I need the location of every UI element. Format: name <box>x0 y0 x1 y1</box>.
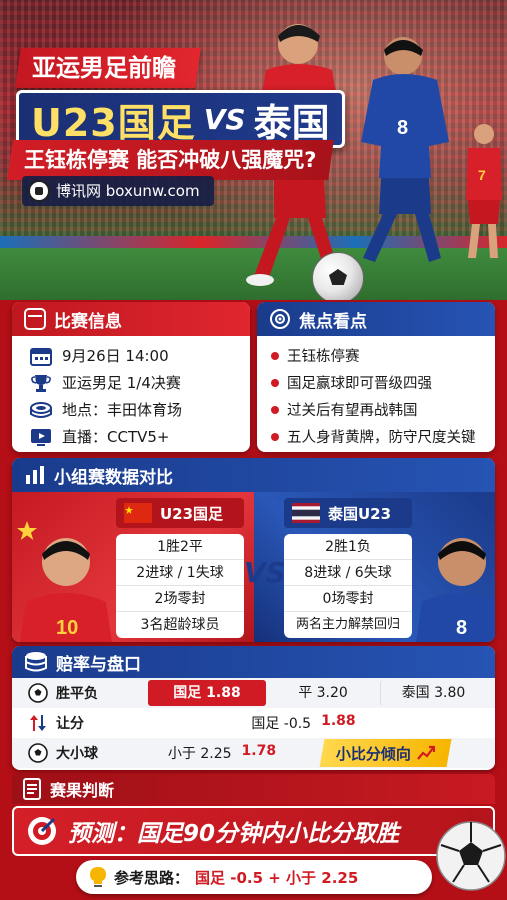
low-score-trend-badge: 小比分倾向 <box>319 739 452 767</box>
china-flag-icon <box>124 503 152 523</box>
bullet-icon <box>271 432 279 441</box>
focus-item: 国足赢球即可晋级四强 <box>257 369 495 396</box>
site-tag: 博讯网 boxunw.com <box>22 176 214 206</box>
verdict-header: 赛果判断 <box>12 774 495 804</box>
bullet-icon <box>271 351 279 360</box>
moneyline-away-odds[interactable]: 泰国 3.80 <box>380 680 486 706</box>
focus-header: 焦点看点 <box>257 302 495 336</box>
football-icon <box>28 683 48 703</box>
focus-item: 王钰栋停赛 <box>257 342 495 369</box>
coins-icon <box>25 652 47 672</box>
football-icon <box>312 252 364 300</box>
thailand-stat-record: 2胜1负 <box>284 534 412 560</box>
preview-tag: 亚运男足前瞻 <box>15 48 201 88</box>
handicap-label: 让分 <box>12 713 112 733</box>
lightbulb-icon <box>90 867 106 887</box>
thailand-stat-return: 两名主力解禁回归 <box>295 617 400 632</box>
total-row: 大小球 小于 2.25 1.78 小比分倾向 <box>12 738 495 768</box>
blue-player-image: 8 <box>361 37 449 262</box>
focus-item: 过关后有望再战韩国 <box>257 396 495 423</box>
handicap-line[interactable]: 国足 -0.5 <box>251 713 311 733</box>
match-broadcast-row: 直播：CCTV5+ <box>12 423 250 450</box>
corner-football-icon <box>436 821 506 891</box>
thailand-flag-icon <box>292 503 320 523</box>
target-icon <box>28 817 56 845</box>
thailand-portrait-number: 8 <box>456 617 467 639</box>
tip-pill: 参考思路： 国足 -0.5 + 小于 2.25 <box>76 860 432 894</box>
china-portrait-number: 10 <box>56 617 78 639</box>
china-player-portrait: 10 <box>20 538 112 642</box>
odds-header: 赔率与盘口 <box>12 646 495 678</box>
calendar-icon <box>24 308 46 330</box>
hero-banner: 10 8 7 亚运男足前瞻 U23国足 VS 泰国 王钰栋停赛 能否冲破八强魔咒… <box>0 0 507 300</box>
china-stats: 1胜2平 2进球 / 1失球 2场零封 3名超龄球员 <box>116 534 244 638</box>
group-comparison-card: 小组赛数据对比 10 U23国足 1胜2平 2进球 / 1失球 2场零封 3名超… <box>12 458 495 642</box>
match-info-header: 比赛信息 <box>12 302 250 336</box>
focus-card: 焦点看点 王钰栋停赛 国足赢球即可晋级四强 过关后有望再战韩国 五人身背黄牌，防… <box>257 302 495 452</box>
document-icon <box>23 778 41 800</box>
tip-label: 参考思路： <box>114 868 190 887</box>
china-stat-overage: 3名超龄球员 <box>140 617 220 633</box>
tip-text: 国足 -0.5 + 小于 2.25 <box>195 868 359 887</box>
odds-card: 赔率与盘口 胜平负 国足 1.88 平 3.20 泰国 3.80 让分 国足 -… <box>12 646 495 770</box>
thailand-team-label: 泰国U23 <box>284 498 412 528</box>
comparison-vs: VS <box>244 556 286 589</box>
tv-icon <box>31 428 51 446</box>
moneyline-home-odds[interactable]: 国足 1.88 <box>148 680 266 706</box>
title-china: U23国足 <box>31 100 196 145</box>
thailand-stats: 2胜1负 8进球 / 6失球 0场零封 两名主力解禁回归 <box>284 534 412 638</box>
match-venue-row: 地点：丰田体育场 <box>12 396 250 423</box>
calendar-icon <box>30 347 52 366</box>
match-info-card: 比赛信息 9月26日 14:00 亚运男足 1/4决赛 地点：丰田体育场 直播：… <box>12 302 250 452</box>
thailand-stat-goals: 8进球 / 6失球 <box>284 560 412 586</box>
subtitle: 王钰栋停赛 能否冲破八强魔咒? <box>7 140 334 180</box>
thailand-player-portrait: 8 <box>416 538 495 642</box>
total-label: 大小球 <box>12 743 112 763</box>
bullet-icon <box>271 405 279 414</box>
background-jersey-number: 7 <box>478 167 486 183</box>
football-icon <box>28 180 50 202</box>
thailand-stat-cleansheets: 0场零封 <box>284 586 412 612</box>
focus-item: 五人身背黄牌，防守尺度关键 <box>257 423 495 450</box>
up-down-arrows-icon <box>30 715 46 731</box>
handicap-row: 让分 国足 -0.5 1.88 <box>12 708 495 738</box>
total-line[interactable]: 小于 2.25 <box>168 743 232 763</box>
total-odds[interactable]: 1.78 <box>242 743 277 763</box>
verdict-section: 赛果判断 预测：国足90分钟内小比分取胜 参考思路： 国足 -0.5 + 小于 … <box>12 774 506 894</box>
china-stat-cleansheets: 2场零封 <box>116 586 244 612</box>
moneyline-label: 胜平负 <box>12 683 112 703</box>
moneyline-row: 胜平负 国足 1.88 平 3.20 泰国 3.80 <box>12 678 495 708</box>
blue-jersey-number: 8 <box>397 117 408 139</box>
trend-up-icon <box>417 745 436 760</box>
football-icon <box>28 743 48 763</box>
handicap-odds[interactable]: 1.88 <box>321 713 356 733</box>
prediction-banner: 预测：国足90分钟内小比分取胜 <box>12 806 495 856</box>
china-stat-record: 1胜2平 <box>116 534 244 560</box>
title-vs: VS <box>203 102 246 136</box>
china-team-label: U23国足 <box>116 498 244 528</box>
match-stage-row: 亚运男足 1/4决赛 <box>12 369 250 396</box>
bar-chart-icon <box>26 466 44 484</box>
match-date-row: 9月26日 14:00 <box>12 342 250 369</box>
china-stat-goals: 2进球 / 1失球 <box>116 560 244 586</box>
prediction-text: 预测：国足90分钟内小比分取胜 <box>68 821 400 847</box>
group-comparison-header: 小组赛数据对比 <box>12 458 495 492</box>
background-player-image: 7 <box>466 124 502 258</box>
moneyline-draw-odds[interactable]: 平 3.20 <box>270 680 376 706</box>
site-name: 博讯网 boxunw.com <box>56 182 200 200</box>
trophy-icon <box>31 374 51 392</box>
target-icon <box>270 309 290 329</box>
bullet-icon <box>271 378 279 387</box>
title-thailand: 泰国 <box>253 100 330 145</box>
stadium-icon <box>30 401 52 418</box>
